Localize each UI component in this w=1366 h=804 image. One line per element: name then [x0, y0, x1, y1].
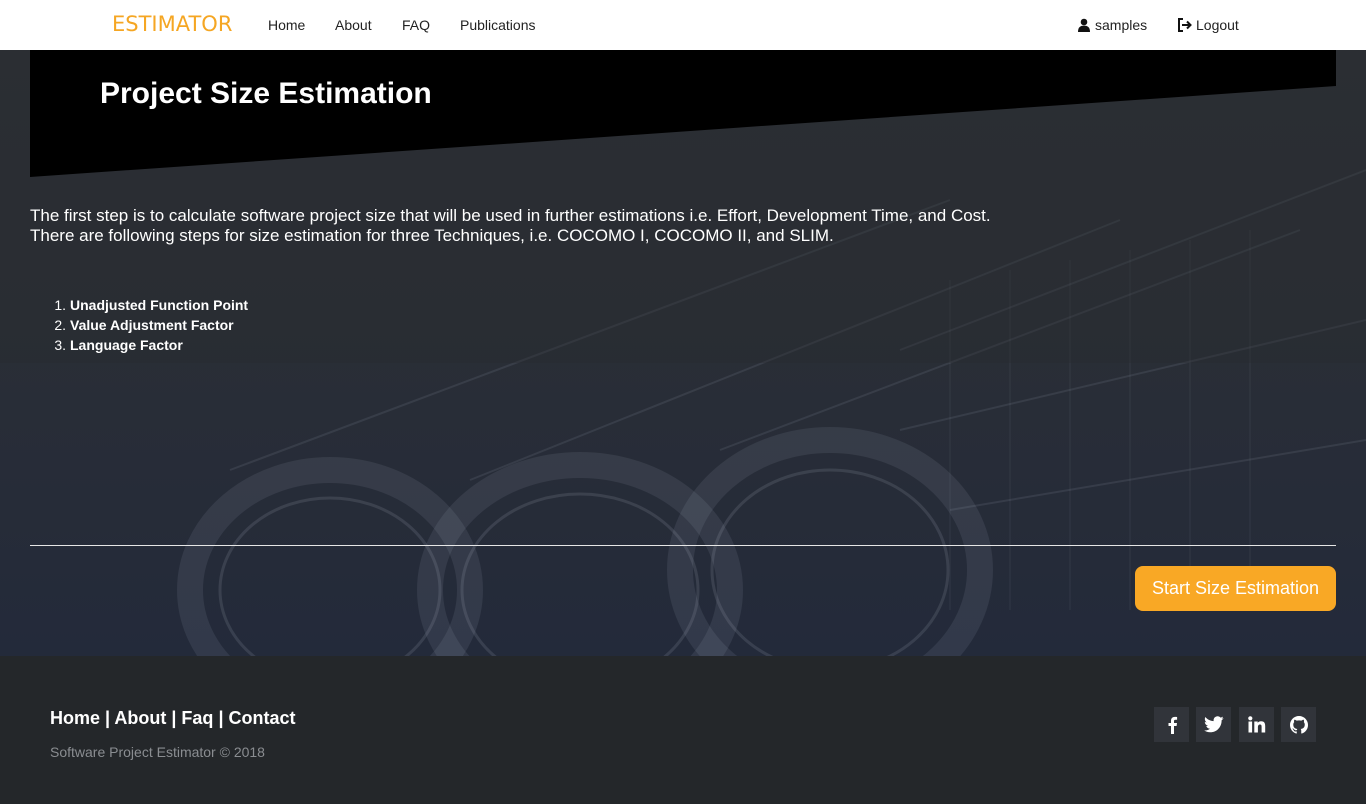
logout-icon — [1178, 18, 1192, 32]
user-account-link[interactable]: samples — [1077, 17, 1147, 33]
logout-label: Logout — [1196, 17, 1239, 33]
list-item-number: 2. — [54, 317, 66, 333]
footer-separator: | — [213, 708, 229, 728]
footer: Home | About | Faq | Contact Software Pr… — [0, 656, 1366, 804]
nav-about-link[interactable]: About — [335, 17, 372, 33]
facebook-button[interactable] — [1154, 707, 1189, 742]
username-label: samples — [1095, 17, 1148, 33]
footer-contact-link[interactable]: Contact — [228, 708, 295, 728]
list-item: 1. Unadjusted Function Point — [30, 295, 248, 315]
top-navbar: ESTIMATOR Home About FAQ Publications sa… — [0, 0, 1366, 50]
nav-faq-link[interactable]: FAQ — [402, 17, 430, 33]
list-item-number: 1. — [54, 297, 66, 313]
linkedin-icon — [1247, 716, 1265, 733]
copyright-text: Software Project Estimator © 2018 — [50, 744, 265, 760]
twitter-icon — [1203, 716, 1224, 733]
github-icon — [1289, 715, 1308, 734]
footer-faq-link[interactable]: Faq — [181, 708, 213, 728]
start-size-estimation-button[interactable]: Start Size Estimation — [1135, 566, 1336, 611]
estimator-logo[interactable]: ESTIMATOR — [112, 12, 232, 36]
horizontal-divider — [30, 545, 1336, 546]
intro-line-1: The first step is to calculate software … — [30, 206, 991, 225]
size-estimation-steps-list: 1. Unadjusted Function Point 2. Value Adju… — [30, 295, 248, 355]
intro-line-2: There are following steps for size estim… — [30, 226, 834, 245]
user-icon — [1078, 18, 1090, 32]
title-banner — [30, 50, 1336, 177]
footer-separator: | — [166, 708, 182, 728]
list-item: 3. Language Factor — [30, 335, 248, 355]
nav-publications-link[interactable]: Publications — [460, 17, 536, 33]
footer-links: Home | About | Faq | Contact — [50, 708, 295, 729]
page-title: Project Size Estimation — [100, 77, 432, 110]
facebook-icon — [1168, 716, 1177, 734]
list-item-number: 3. — [54, 337, 66, 353]
list-item-label: Unadjusted Function Point — [70, 297, 249, 313]
footer-home-link[interactable]: Home — [50, 708, 100, 728]
footer-about-link[interactable]: About — [114, 708, 166, 728]
list-item-label: Language Factor — [70, 337, 183, 353]
nav-home-link[interactable]: Home — [268, 17, 305, 33]
github-button[interactable] — [1281, 707, 1316, 742]
twitter-button[interactable] — [1196, 707, 1231, 742]
list-item-label: Value Adjustment Factor — [70, 317, 234, 333]
logout-link[interactable]: Logout — [1177, 17, 1239, 33]
hero-section: Project Size Estimation The first step i… — [0, 50, 1366, 656]
list-item: 2. Value Adjustment Factor — [30, 315, 248, 335]
linkedin-button[interactable] — [1239, 707, 1274, 742]
footer-separator: | — [100, 708, 115, 728]
intro-paragraph: The first step is to calculate software … — [30, 206, 1130, 246]
